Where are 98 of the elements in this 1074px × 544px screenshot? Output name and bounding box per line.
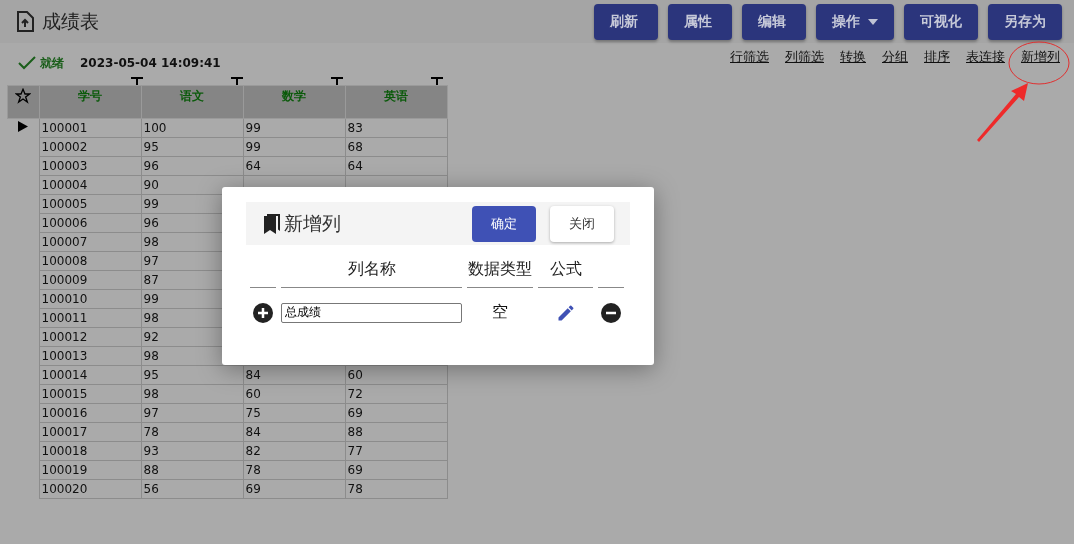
table-cell: 97: [143, 406, 159, 420]
table-cell: 69: [347, 463, 363, 477]
remove-icon[interactable]: [601, 302, 621, 323]
table-cell: 97: [143, 254, 159, 268]
table-cell: 56: [143, 482, 159, 496]
table-cell: 88: [143, 463, 159, 477]
table-cell: 100005: [41, 197, 88, 211]
toolbar-link[interactable]: 表连接: [966, 48, 1005, 66]
table-cell: 99: [245, 140, 261, 154]
table-cell: 98: [143, 387, 159, 401]
dialog-title: 新增列: [284, 210, 341, 236]
table-cell: 100012: [41, 330, 88, 344]
current-row-icon: [18, 121, 28, 133]
table-cell: 69: [245, 482, 261, 496]
caret-icon: [868, 18, 878, 25]
table-cell: 90: [143, 178, 159, 192]
toolbar-button[interactable]: 编辑: [742, 3, 806, 40]
toolbar-button[interactable]: 可视化: [904, 3, 978, 40]
table-cell: 72: [347, 387, 363, 401]
table-cell: 98: [143, 311, 159, 325]
table-cell: 69: [347, 406, 363, 420]
status-text: 就绪: [40, 54, 64, 72]
toolbar-link[interactable]: 转换: [840, 48, 866, 66]
table-cell: 84: [245, 425, 261, 439]
table-cell: 77: [347, 444, 363, 458]
table-cell: 92: [143, 330, 159, 344]
table-cell: 100020: [41, 482, 88, 496]
table-cell: 100004: [41, 178, 88, 192]
annotation-circle: [1008, 41, 1070, 85]
table-cell: 96: [143, 216, 159, 230]
table-cell: 100019: [41, 463, 88, 477]
table-cell: 95: [143, 140, 159, 154]
table-cell: 78: [347, 482, 363, 496]
bookmark-icon: [264, 213, 280, 234]
table-cell: 99: [143, 292, 159, 306]
table-cell: 84: [245, 368, 261, 382]
table-cell: 75: [245, 406, 261, 420]
table-cell: 100010: [41, 292, 88, 306]
table-cell: 82: [245, 444, 261, 458]
close-button[interactable]: 关闭: [550, 205, 614, 242]
table-cell: 100006: [41, 216, 88, 230]
table-cell: 99: [245, 121, 261, 135]
table-cell: 100018: [41, 444, 88, 458]
toolbar-link[interactable]: 排序: [924, 48, 950, 66]
add-icon[interactable]: [253, 302, 273, 323]
table-cell: 100009: [41, 273, 88, 287]
table-cell: 93: [143, 444, 159, 458]
table-cell: 87: [143, 273, 159, 287]
table-cell: 100017: [41, 425, 88, 439]
column-name-field[interactable]: 总成绩: [281, 302, 462, 323]
resize-handle-icon[interactable]: [131, 77, 143, 85]
star-icon[interactable]: [15, 88, 32, 104]
table-cell: 96: [143, 159, 159, 173]
table-cell: 68: [347, 140, 363, 154]
table-cell: 78: [143, 425, 159, 439]
confirm-button[interactable]: 确定: [472, 205, 536, 242]
table-cell: 100008: [41, 254, 88, 268]
table-cell: 100001: [41, 121, 88, 135]
toolbar-button[interactable]: 属性: [668, 3, 732, 40]
toolbar-link[interactable]: 新增列: [1021, 48, 1060, 66]
table-cell: 100002: [41, 140, 88, 154]
resize-handle-icon[interactable]: [431, 77, 443, 85]
table-cell: 64: [245, 159, 261, 173]
table-cell: 100015: [41, 387, 88, 401]
table-cell: 60: [245, 387, 261, 401]
table-cell: 100016: [41, 406, 88, 420]
toolbar-link[interactable]: 分组: [882, 48, 908, 66]
table-cell: 83: [347, 121, 363, 135]
column-header: 列名称: [281, 259, 462, 288]
toolbar-button[interactable]: 操作: [816, 3, 894, 40]
table-cell: 99: [143, 197, 159, 211]
table-cell: 95: [143, 368, 159, 382]
table-cell: 100003: [41, 159, 88, 173]
annotation-arrow: [977, 83, 1028, 142]
table-cell: 100014: [41, 368, 88, 382]
page-title: 成绩表: [42, 8, 99, 34]
data-type: 空: [492, 302, 508, 323]
column-header: 公式: [538, 259, 593, 288]
table-cell: 98: [143, 349, 159, 363]
table-cell: 64: [347, 159, 363, 173]
table-cell: 100011: [41, 311, 88, 325]
table-cell: 60: [347, 368, 363, 382]
table-cell: 98: [143, 235, 159, 249]
file-upload-icon: [16, 10, 34, 33]
toolbar-link[interactable]: 行筛选: [730, 48, 769, 66]
resize-handle-icon[interactable]: [331, 77, 343, 85]
toolbar-button[interactable]: 另存为: [988, 3, 1062, 40]
table-cell: 100: [143, 121, 167, 135]
toolbar-button[interactable]: 刷新: [594, 3, 658, 40]
toolbar-link[interactable]: 列筛选: [785, 48, 824, 66]
table-cell: 100013: [41, 349, 88, 363]
table-cell: 78: [245, 463, 261, 477]
check-icon: [18, 56, 36, 70]
status-time: 2023-05-04 14:09:41: [80, 56, 221, 70]
table-cell: 100007: [41, 235, 88, 249]
column-header: 数据类型: [467, 259, 533, 288]
resize-handle-icon[interactable]: [231, 77, 243, 85]
table-cell: 88: [347, 425, 363, 439]
